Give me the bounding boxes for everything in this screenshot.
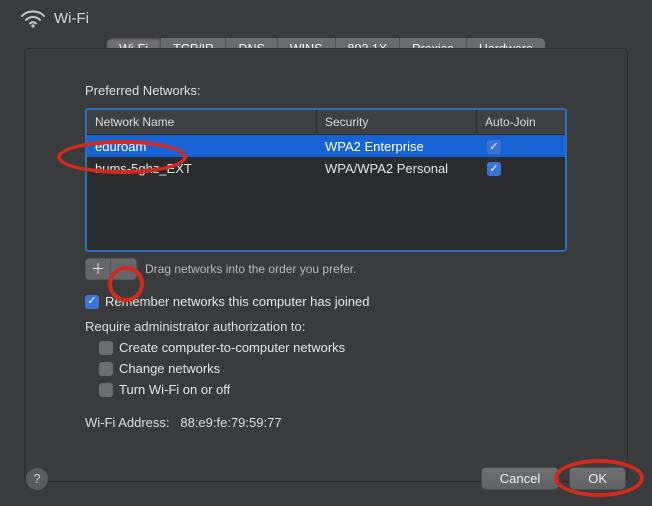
network-name: bums-5ghz_EXT — [87, 161, 317, 176]
network-autojoin[interactable]: ✓ — [477, 138, 565, 155]
network-row[interactable]: bums-5ghz_EXTWPA/WPA2 Personal ✓ — [87, 157, 565, 179]
admin-option[interactable]: Create computer-to-computer networks — [99, 340, 567, 355]
preferred-networks-label: Preferred Networks: — [85, 83, 567, 98]
col-network-name[interactable]: Network Name — [87, 110, 317, 134]
admin-option[interactable]: Change networks — [99, 361, 567, 376]
admin-checkbox[interactable] — [99, 341, 113, 355]
admin-auth-label: Require administrator authorization to: — [85, 319, 567, 334]
admin-option[interactable]: Turn Wi-Fi on or off — [99, 382, 567, 397]
admin-checkbox[interactable] — [99, 383, 113, 397]
window-title: Wi-Fi — [54, 10, 89, 27]
table-header: Network Name Security Auto-Join — [87, 110, 565, 135]
remember-networks-checkbox[interactable]: ✓ — [85, 295, 99, 309]
autojoin-checkbox[interactable]: ✓ — [487, 140, 501, 154]
col-security[interactable]: Security — [317, 110, 477, 134]
ok-button[interactable]: OK — [569, 467, 626, 490]
wifi-advanced-window: Wi-Fi Wi-FiTCP/IPDNSWINS802.1XProxiesHar… — [0, 0, 652, 506]
wifi-address-value: 88:e9:fe:79:59:77 — [180, 415, 281, 430]
autojoin-checkbox[interactable]: ✓ — [487, 162, 501, 176]
help-button[interactable]: ? — [26, 468, 48, 490]
add-network-button[interactable]: ＋ — [85, 258, 111, 280]
admin-option-label: Create computer-to-computer networks — [119, 340, 345, 355]
network-name: eduroam — [87, 139, 317, 154]
footer: ? Cancel OK — [0, 467, 652, 490]
network-security: WPA/WPA2 Personal — [317, 161, 477, 176]
admin-option-label: Turn Wi-Fi on or off — [119, 382, 230, 397]
window-header: Wi-Fi — [0, 0, 652, 34]
remove-network-button[interactable]: － — [111, 258, 137, 280]
preferred-networks-table[interactable]: Network Name Security Auto-Join eduroamW… — [85, 108, 567, 252]
col-auto-join[interactable]: Auto-Join — [477, 110, 565, 134]
drag-hint: Drag networks into the order you prefer. — [145, 262, 356, 276]
remember-networks-option[interactable]: ✓ Remember networks this computer has jo… — [85, 294, 567, 309]
wifi-icon — [20, 8, 46, 28]
table-controls: ＋ － Drag networks into the order you pre… — [85, 258, 567, 280]
admin-checkbox[interactable] — [99, 362, 113, 376]
wifi-address-line: Wi-Fi Address: 88:e9:fe:79:59:77 — [85, 415, 567, 430]
network-autojoin[interactable]: ✓ — [477, 160, 565, 177]
wifi-address-label: Wi-Fi Address: — [85, 415, 170, 430]
cancel-button[interactable]: Cancel — [481, 467, 559, 490]
content-panel: Preferred Networks: Network Name Securit… — [24, 48, 628, 482]
network-row[interactable]: eduroamWPA2 Enterprise ✓ — [87, 135, 565, 157]
network-security: WPA2 Enterprise — [317, 139, 477, 154]
remember-networks-label: Remember networks this computer has join… — [105, 294, 369, 309]
admin-option-label: Change networks — [119, 361, 220, 376]
